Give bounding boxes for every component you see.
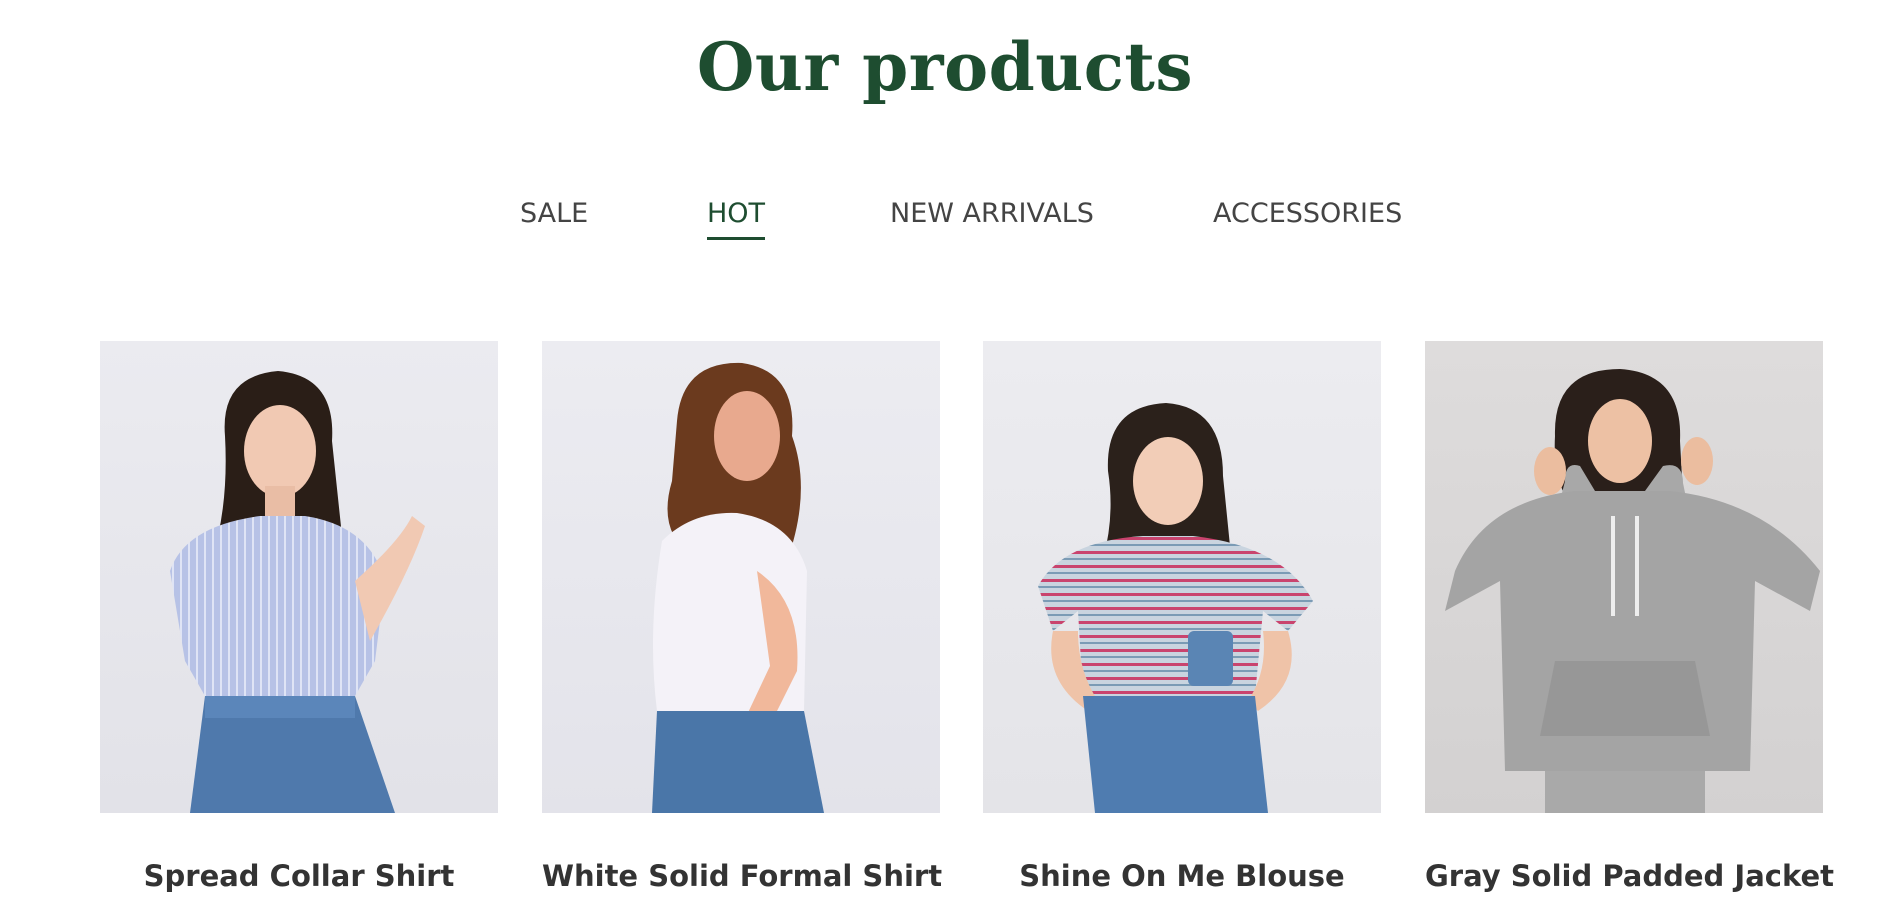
- product-name[interactable]: Spread Collar Shirt: [100, 859, 498, 893]
- product-image[interactable]: [1425, 341, 1823, 813]
- product-card: Shine On Me Blouse: [983, 341, 1381, 893]
- product-name[interactable]: Shine On Me Blouse: [983, 859, 1381, 893]
- tab-new-arrivals[interactable]: NEW ARRIVALS: [890, 198, 1094, 237]
- woman-gray-hoodie-photo: [1425, 341, 1823, 813]
- product-image[interactable]: [983, 341, 1381, 813]
- product-image[interactable]: [542, 341, 940, 813]
- tab-accessories[interactable]: ACCESSORIES: [1213, 198, 1402, 237]
- woman-striped-tee-photo: [983, 341, 1381, 813]
- product-name[interactable]: Gray Solid Padded Jacket: [1425, 859, 1834, 893]
- product-card: White Solid Formal Shirt: [542, 341, 942, 893]
- woman-white-tshirt-photo: [542, 341, 940, 813]
- tab-sale[interactable]: SALE: [520, 198, 588, 237]
- product-card: Gray Solid Padded Jacket: [1425, 341, 1834, 893]
- section-title: Our products: [696, 28, 1194, 106]
- tab-hot[interactable]: HOT: [707, 198, 766, 240]
- product-tabs: SALE HOT NEW ARRIVALS ACCESSORIES: [0, 198, 1890, 248]
- product-image[interactable]: [100, 341, 498, 813]
- woman-blue-striped-shirt-photo: [100, 341, 498, 813]
- product-card: Spread Collar Shirt: [100, 341, 498, 893]
- product-name[interactable]: White Solid Formal Shirt: [542, 859, 942, 893]
